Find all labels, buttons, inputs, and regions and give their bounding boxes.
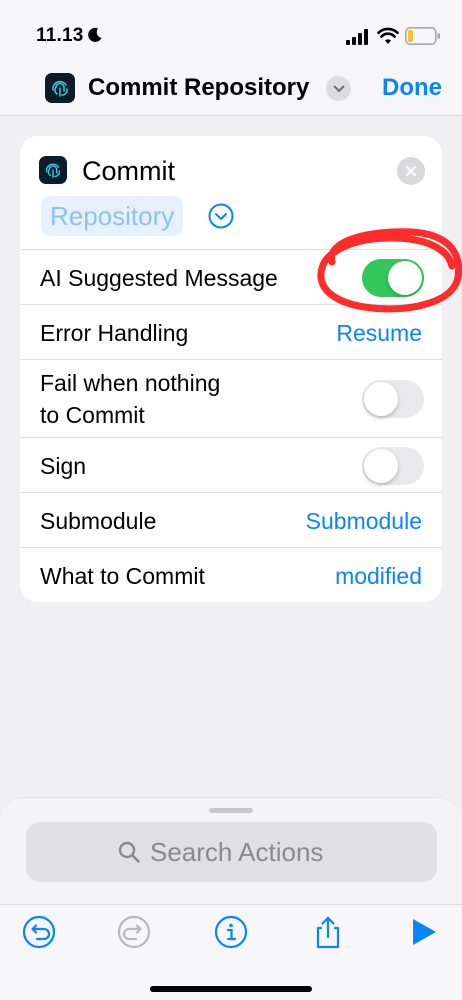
action-title: Commit <box>82 156 175 186</box>
toggle-knob <box>364 382 398 416</box>
fingerprint-app-icon <box>45 73 75 103</box>
wifi-icon <box>377 27 399 44</box>
submodule-value-button[interactable]: Submodule <box>306 508 422 535</box>
row-what-to-commit: What to Commit modified <box>20 547 442 602</box>
battery-low-icon <box>405 27 440 45</box>
undo-icon[interactable] <box>22 915 56 949</box>
row-label: AI Suggested Message <box>40 265 278 291</box>
toggle-knob <box>388 261 422 295</box>
row-sign: Sign <box>20 437 442 492</box>
info-icon[interactable] <box>214 915 248 949</box>
shortcut-title[interactable]: Commit Repository <box>88 74 309 102</box>
row-label: Submodule <box>40 508 157 534</box>
row-ai-suggested-message: AI Suggested Message <box>20 249 442 304</box>
row-label: Error Handling <box>40 320 189 346</box>
share-icon[interactable] <box>311 913 345 951</box>
repository-parameter-token[interactable]: Repository <box>41 196 184 236</box>
close-icon[interactable] <box>397 157 425 185</box>
chevron-down-icon[interactable] <box>326 76 351 101</box>
search-input[interactable] <box>150 834 410 870</box>
row-label-line2: to Commit <box>40 402 145 428</box>
play-icon[interactable] <box>406 915 440 949</box>
navigation-bar: Commit Repository Done <box>0 58 462 116</box>
commit-action-card: Commit Repository AI Suggested Message E… <box>20 136 442 602</box>
row-error-handling: Error Handling Resume <box>20 304 442 359</box>
redo-icon[interactable] <box>117 915 151 949</box>
row-label: What to Commit <box>40 563 205 589</box>
fail-when-nothing-toggle[interactable] <box>362 380 424 418</box>
row-fail-when-nothing-to-commit: Fail when nothing to Commit <box>20 359 442 437</box>
action-header: Commit Repository <box>20 136 442 249</box>
row-label: Sign <box>40 453 87 479</box>
cellular-signal-icon <box>346 29 368 45</box>
toggle-knob <box>364 449 398 483</box>
row-label-line1: Fail when nothing <box>40 370 221 396</box>
done-button[interactable]: Done <box>382 74 442 102</box>
row-submodule: Submodule Submodule <box>20 492 442 547</box>
search-field[interactable] <box>26 822 437 882</box>
sheet-grabber[interactable] <box>209 808 253 813</box>
status-time: 11.13 <box>36 25 84 46</box>
home-indicator <box>150 986 312 992</box>
what-to-commit-value-button[interactable]: modified <box>335 563 422 590</box>
search-icon <box>118 841 140 863</box>
expand-chevron-icon[interactable] <box>208 203 234 229</box>
moon-icon <box>88 27 102 42</box>
fingerprint-app-icon <box>39 156 67 184</box>
sign-toggle[interactable] <box>362 447 424 485</box>
ai-suggested-message-toggle[interactable] <box>362 259 424 297</box>
error-handling-value-button[interactable]: Resume <box>336 320 422 347</box>
